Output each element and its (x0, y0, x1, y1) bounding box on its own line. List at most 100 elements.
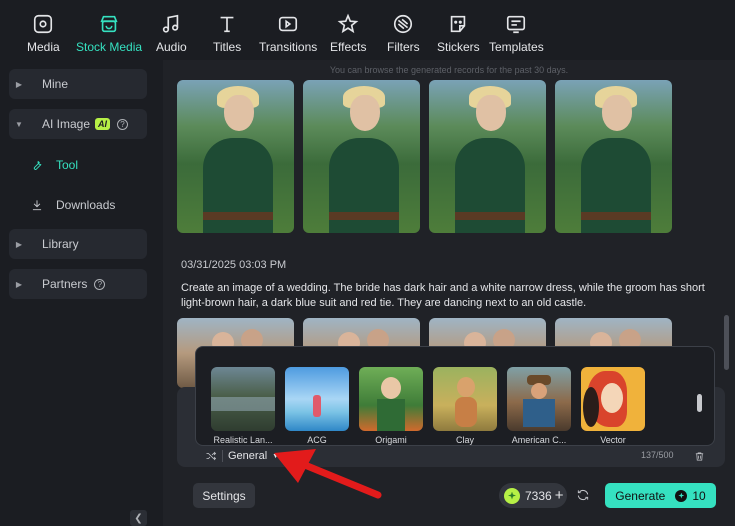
toolbar-templates-label: Templates (489, 40, 544, 54)
download-icon (32, 200, 42, 211)
style-option-origami[interactable]: Origami (359, 367, 423, 445)
sidebar-item-library-label: Library (42, 237, 79, 251)
toolbar-titles-label: Titles (213, 40, 242, 54)
style-option-vector[interactable]: Vector (581, 367, 645, 445)
credit-coin-icon (675, 489, 688, 502)
app-window: Media Stock Media Audio Titles Transitio… (0, 0, 735, 526)
style-option-label: ACG (307, 435, 327, 445)
red-arrow-annotation (274, 449, 382, 499)
settings-button[interactable]: Settings (193, 483, 255, 508)
toolbar-titles[interactable]: Titles (213, 0, 241, 58)
generated-image[interactable] (303, 80, 420, 233)
toolbar-stock-media[interactable]: Stock Media (76, 0, 142, 58)
character-count: 137/500 (641, 450, 674, 460)
generate-label: Generate (615, 488, 666, 503)
style-thumbnail (507, 367, 571, 431)
stock-media-icon (97, 12, 121, 36)
sidebar-item-mine[interactable]: ▶ Mine (9, 69, 147, 99)
toolbar-effects-label: Effects (330, 40, 367, 54)
style-thumbnail (285, 367, 349, 431)
toolbar-templates[interactable]: Templates (489, 0, 544, 58)
toolbar-effects[interactable]: Effects (330, 0, 366, 58)
caret-right-icon: ▶ (15, 279, 23, 289)
templates-icon (504, 12, 528, 36)
sidebar-item-partners-label: Partners (42, 277, 88, 291)
toolbar-media[interactable]: Media (27, 0, 60, 58)
generated-image[interactable] (177, 80, 294, 233)
help-icon[interactable]: ? (117, 118, 129, 130)
credits-value: 7336 (525, 488, 552, 503)
style-thumbnail (359, 367, 423, 431)
style-option-label: Origami (375, 435, 407, 445)
style-option-label: Clay (455, 435, 474, 445)
sidebar: ▶ Mine ▼ AI Image AI ? Tool Downloads ▶ … (0, 60, 163, 526)
text-t-icon (215, 12, 239, 36)
trash-icon (695, 452, 704, 461)
generate-button[interactable]: Generate 10 (605, 483, 716, 508)
style-picker-popup: Realistic Lan... ACG Origami Clay Americ… (195, 346, 715, 446)
toolbar-filters-label: Filters (387, 40, 420, 54)
toolbar-stock-media-label: Stock Media (76, 40, 143, 54)
media-icon (31, 12, 55, 36)
clear-prompt-button[interactable] (694, 449, 705, 467)
generated-image[interactable] (555, 80, 672, 233)
toolbar-stickers[interactable]: Stickers (437, 0, 480, 58)
style-dropdown-value[interactable]: General (228, 450, 267, 462)
help-icon[interactable]: ? (94, 278, 106, 290)
sidebar-item-partners[interactable]: ▶ Partners ? (9, 269, 147, 299)
caret-down-icon: ▼ (15, 119, 23, 129)
refresh-button[interactable] (576, 488, 590, 507)
sidebar-item-tool[interactable]: Tool (30, 155, 78, 175)
sidebar-item-mine-label: Mine (42, 77, 69, 91)
sidebar-item-downloads[interactable]: Downloads (30, 195, 115, 215)
sidebar-item-ai-image-label: AI Image (42, 117, 91, 131)
style-option-acg[interactable]: ACG (285, 367, 349, 445)
style-option-label: American C... (511, 435, 567, 445)
style-option-label: Vector (600, 435, 626, 445)
add-credits-icon[interactable]: + (555, 487, 564, 504)
wrench-icon (33, 160, 42, 170)
refresh-icon (577, 490, 589, 500)
sidebar-item-tool-label: Tool (56, 158, 79, 172)
style-thumbnail (433, 367, 497, 431)
ai-badge: AI (95, 118, 111, 130)
main-scrollbar[interactable] (724, 315, 729, 370)
music-note-icon (159, 12, 183, 36)
generated-images-row-1 (177, 80, 672, 233)
style-option-label: Realistic Lan... (213, 435, 273, 445)
top-toolbar: Media Stock Media Audio Titles Transitio… (0, 0, 735, 60)
collapse-sidebar-button[interactable]: ❮ (130, 510, 147, 526)
toolbar-audio-label: Audio (156, 40, 187, 54)
style-option-american-comic[interactable]: American C... (507, 367, 571, 445)
style-selector[interactable]: General ▼ (205, 448, 279, 464)
filters-icon (391, 12, 415, 36)
style-thumbnail (581, 367, 645, 431)
generate-cost: 10 (692, 488, 706, 503)
toolbar-media-label: Media (27, 40, 60, 54)
style-popup-scrollbar[interactable] (697, 394, 702, 412)
divider (222, 450, 223, 462)
history-notice: You can browse the generated records for… (329, 65, 569, 75)
style-thumbnail (211, 367, 275, 431)
toolbar-transitions[interactable]: Transitions (259, 0, 317, 58)
record-prompt: Create an image of a wedding. The bride … (181, 282, 705, 309)
sidebar-item-ai-image[interactable]: ▼ AI Image AI ? (9, 109, 147, 139)
toolbar-transitions-label: Transitions (259, 40, 318, 54)
shuffle-icon[interactable] (205, 450, 217, 462)
credits-balance[interactable]: 7336 + (499, 483, 567, 508)
generated-image[interactable] (429, 80, 546, 233)
caret-right-icon: ▶ (15, 239, 23, 249)
sticker-icon (446, 12, 470, 36)
effects-star-icon (336, 12, 360, 36)
style-option-realistic-landscape[interactable]: Realistic Lan... (211, 367, 275, 445)
caret-right-icon: ▶ (15, 79, 23, 89)
style-option-clay[interactable]: Clay (433, 367, 497, 445)
toolbar-stickers-label: Stickers (437, 40, 480, 54)
sidebar-item-library[interactable]: ▶ Library (9, 229, 147, 259)
record-date: 03/31/2025 03:03 PM (181, 259, 287, 271)
toolbar-filters[interactable]: Filters (387, 0, 420, 58)
transitions-icon (276, 12, 300, 36)
toolbar-audio[interactable]: Audio (156, 0, 187, 58)
sidebar-item-downloads-label: Downloads (56, 198, 116, 212)
credit-coin-icon (504, 487, 520, 504)
